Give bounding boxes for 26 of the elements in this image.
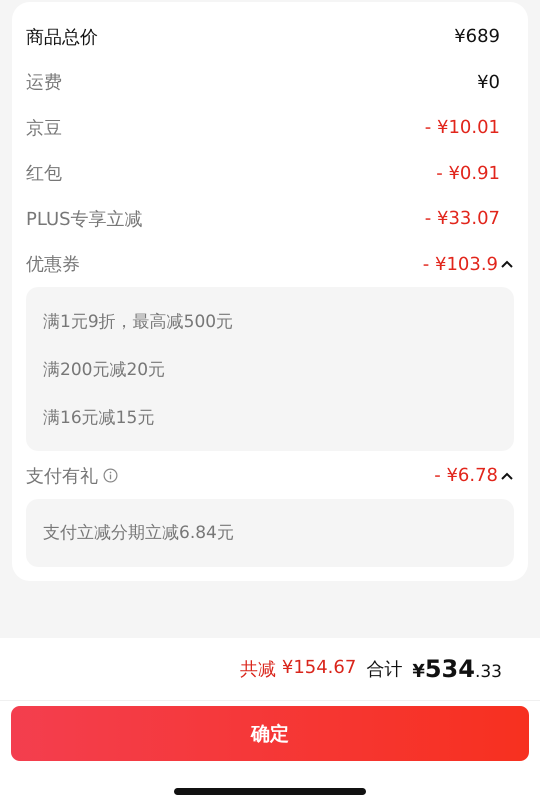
price-label: 京豆 xyxy=(26,116,62,140)
price-amount: - ¥0.91 xyxy=(436,162,500,184)
price-label: PLUS专享立减 xyxy=(26,208,143,231)
price-amount: - ¥10.01 xyxy=(424,117,500,138)
confirm-button[interactable]: 确定 xyxy=(11,706,529,761)
price-label: 支付有礼 xyxy=(26,464,98,488)
detail-text: 支付立减分期立减6.84元 xyxy=(43,522,235,545)
price-amount: ¥689 xyxy=(454,26,500,48)
saved-amount: ¥154.67 xyxy=(282,657,356,680)
price-amount: - ¥6.78 xyxy=(434,465,498,486)
total-decimal: .33 xyxy=(474,662,502,682)
detail-text: 满200元减20元 xyxy=(43,358,166,382)
detail-text: 满16元减15元 xyxy=(43,406,156,430)
currency-sign: ¥ xyxy=(412,661,425,682)
total-label: 合计 xyxy=(366,658,402,681)
detail-text: 满1元9折，最高减500元 xyxy=(43,310,234,334)
price-label: 运费 xyxy=(26,71,62,94)
saved-label: 共减 xyxy=(240,658,276,681)
price-label: 红包 xyxy=(26,162,62,186)
price-amount: - ¥33.07 xyxy=(424,208,500,230)
price-label: 优惠券 xyxy=(26,253,80,276)
total-integer: 534 xyxy=(424,655,475,683)
price-amount: ¥0 xyxy=(477,72,500,93)
info-icon[interactable] xyxy=(103,468,118,484)
price-amount: - ¥103.9 xyxy=(422,254,498,275)
price-label: 商品总价 xyxy=(26,26,98,49)
